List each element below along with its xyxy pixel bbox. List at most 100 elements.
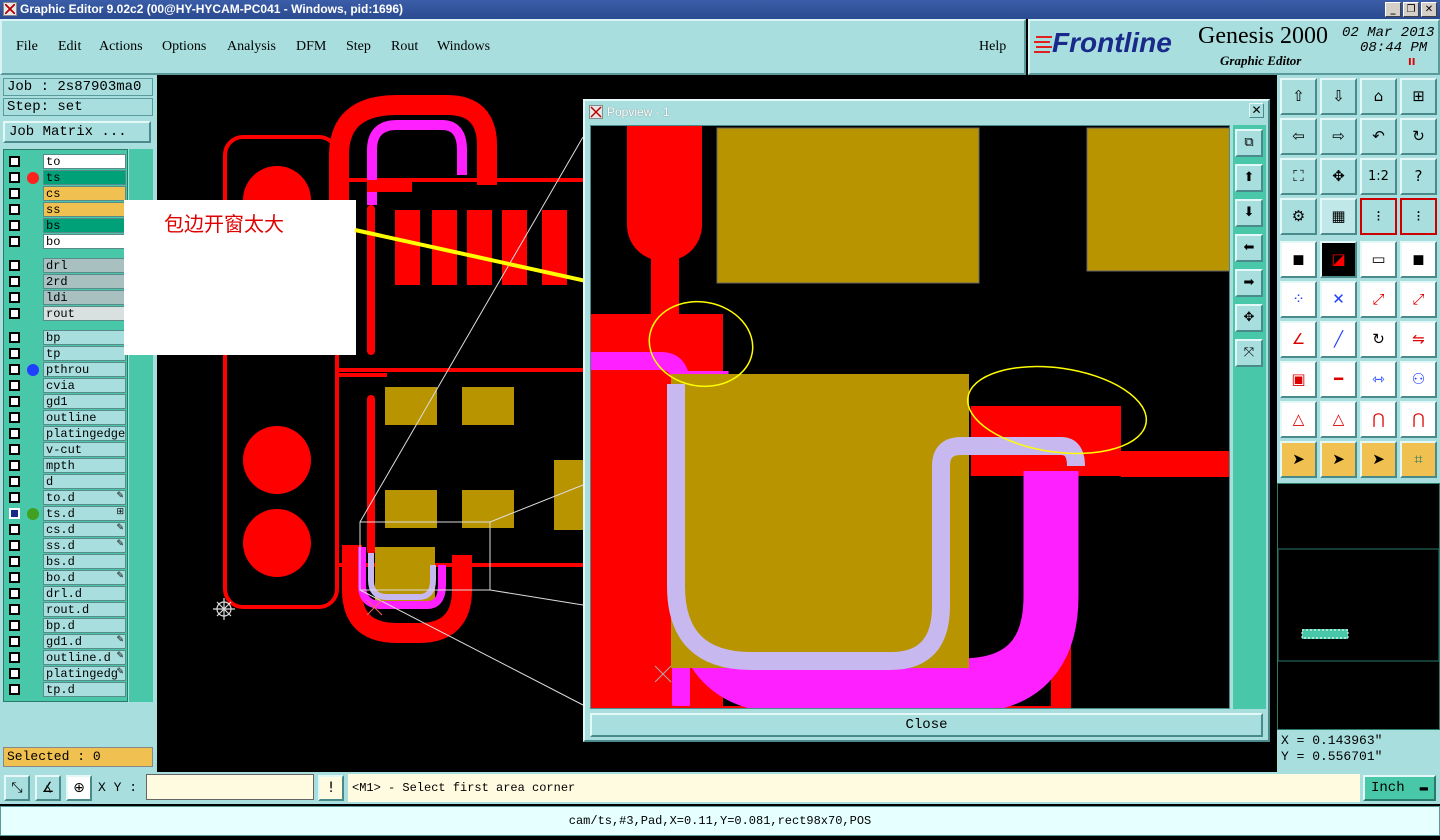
layer-row[interactable]: bo.d ✎ — [7, 570, 126, 585]
snap-alt-icon[interactable]: ⁝ — [1400, 198, 1437, 235]
layer-row[interactable]: tp.d — [7, 682, 126, 697]
layer-name[interactable]: outline — [43, 410, 126, 425]
layer-row[interactable]: bs — [7, 218, 126, 233]
menu-file[interactable]: File — [16, 39, 38, 55]
layer-name[interactable]: ts.d — [43, 506, 126, 521]
layer-row[interactable]: drl — [7, 258, 126, 273]
layer-name[interactable]: v-cut — [43, 442, 126, 457]
layer-name[interactable]: 2rd — [43, 274, 126, 289]
scale-1to2-icon[interactable]: 1:2 — [1360, 158, 1397, 195]
layer-name[interactable]: cs — [43, 186, 126, 201]
layer-row[interactable]: rout — [7, 306, 126, 321]
layer-checkbox[interactable] — [9, 204, 20, 215]
layer-checkbox[interactable] — [9, 588, 20, 599]
layer-checkbox[interactable] — [9, 276, 20, 287]
fit-screen-icon[interactable]: ⛶ — [1280, 158, 1317, 195]
layer-checkbox[interactable] — [9, 492, 20, 503]
layer-checkbox[interactable] — [9, 636, 20, 647]
layer-row[interactable]: pthrou — [7, 362, 126, 377]
dimension-icon[interactable]: ⇿ — [1360, 361, 1397, 398]
screen-left-icon[interactable]: ⇦ — [1280, 118, 1317, 155]
layer-checkbox[interactable] — [9, 604, 20, 615]
layer-checkbox[interactable] — [9, 412, 20, 423]
arc-icon[interactable]: ↻ — [1360, 321, 1397, 358]
pan-right-icon[interactable]: ➡ — [1235, 269, 1263, 297]
arch-alt-icon[interactable]: ⋂ — [1400, 401, 1437, 438]
layer-name[interactable]: bs.d — [43, 554, 126, 569]
layer-name[interactable]: tp.d — [43, 682, 126, 697]
select-feature-icon[interactable]: ◼ — [1280, 241, 1317, 278]
layer-checkbox[interactable] — [9, 652, 20, 663]
zoom-area-icon[interactable]: ⤡ — [4, 775, 30, 801]
layer-name[interactable]: outline.d — [43, 650, 126, 665]
layer-checkbox[interactable] — [9, 684, 20, 695]
popview-close-x-button[interactable]: ✕ — [1249, 103, 1264, 118]
redraw-icon[interactable]: ↻ — [1400, 118, 1437, 155]
layer-checkbox[interactable] — [9, 572, 20, 583]
layer-row[interactable]: bo — [7, 234, 126, 249]
layer-row[interactable]: drl.d — [7, 586, 126, 601]
zoom-home-icon[interactable]: ✥ — [1320, 158, 1357, 195]
snap-angle-icon[interactable]: ∡ — [35, 775, 61, 801]
layer-checkbox[interactable] — [9, 540, 20, 551]
grid-snap-icon[interactable]: ⊕ — [66, 775, 92, 801]
angle-icon[interactable]: ∠ — [1280, 321, 1317, 358]
layer-row[interactable]: platingedg ✎ — [7, 666, 126, 681]
layer-checkbox[interactable] — [9, 236, 20, 247]
screen-up-icon[interactable]: ⇧ — [1280, 78, 1317, 115]
layer-name[interactable]: drl — [43, 258, 126, 273]
menu-options[interactable]: Options — [162, 39, 206, 55]
layer-checkbox[interactable] — [9, 380, 20, 391]
layer-row[interactable]: outline.d ✎ — [7, 650, 126, 665]
layer-name[interactable]: bo.d — [43, 570, 126, 585]
pause-icon[interactable]: II — [1408, 57, 1415, 68]
layer-checkbox[interactable] — [9, 220, 20, 231]
restore-button[interactable]: ❐ — [1403, 2, 1419, 17]
menu-dfm[interactable]: DFM — [296, 39, 326, 55]
layer-row[interactable]: bp — [7, 330, 126, 345]
layer-name[interactable]: ts — [43, 170, 126, 185]
delete-node-icon[interactable]: ✕ — [1320, 281, 1357, 318]
warning-icon[interactable]: ! — [318, 775, 344, 801]
layer-name[interactable]: d — [43, 474, 126, 489]
layer-row[interactable]: gd1 — [7, 394, 126, 409]
layer-row[interactable]: ldi — [7, 290, 126, 305]
layer-row[interactable]: rout.d — [7, 602, 126, 617]
move-node-icon[interactable]: ⤢ — [1360, 281, 1397, 318]
layer-checkbox[interactable] — [9, 172, 20, 183]
layer-row[interactable]: ts — [7, 170, 126, 185]
zoom-in-icon[interactable]: ✥ — [1235, 304, 1263, 332]
popview-close-button[interactable]: Close — [590, 713, 1263, 737]
layer-checkbox[interactable] — [9, 476, 20, 487]
layer-name[interactable]: ldi — [43, 290, 126, 305]
layer-checkbox[interactable] — [9, 292, 20, 303]
move-point-icon[interactable]: ⤢ — [1400, 281, 1437, 318]
layer-row[interactable]: 2rd — [7, 274, 126, 289]
line-icon[interactable]: ╱ — [1320, 321, 1357, 358]
layer-row[interactable]: ss.d ✎ — [7, 538, 126, 553]
layer-name[interactable]: ss.d — [43, 538, 126, 553]
layer-row[interactable]: bs.d — [7, 554, 126, 569]
pointer-icon[interactable]: ➤ — [1280, 441, 1317, 478]
layer-name[interactable]: tp — [43, 346, 126, 361]
menu-windows[interactable]: Windows — [437, 39, 490, 55]
triangle-alt-icon[interactable]: △ — [1320, 401, 1357, 438]
layer-row[interactable]: ts.d ⊞ — [7, 506, 126, 521]
layer-name[interactable]: to — [43, 154, 126, 169]
layer-checkbox[interactable] — [9, 428, 20, 439]
connect-icon[interactable]: ⁘ — [1280, 281, 1317, 318]
layer-checkbox[interactable] — [9, 260, 20, 271]
layer-row[interactable]: bp.d — [7, 618, 126, 633]
zoom-window-icon[interactable]: ⧉ — [1235, 129, 1263, 157]
minimize-button[interactable]: _ — [1385, 2, 1401, 17]
menu-rout[interactable]: Rout — [391, 39, 418, 55]
split-view-icon[interactable]: ⊞ — [1400, 78, 1437, 115]
layer-name[interactable]: bp.d — [43, 618, 126, 633]
layer-row[interactable]: cs — [7, 186, 126, 201]
pan-left-icon[interactable]: ⬅ — [1235, 234, 1263, 262]
triangle-icon[interactable]: △ — [1280, 401, 1317, 438]
menu-actions[interactable]: Actions — [99, 39, 143, 55]
pan-up-icon[interactable]: ⬆ — [1235, 164, 1263, 192]
zoom-out-icon[interactable]: ⤧ — [1235, 339, 1263, 367]
layer-name[interactable]: to.d — [43, 490, 126, 505]
